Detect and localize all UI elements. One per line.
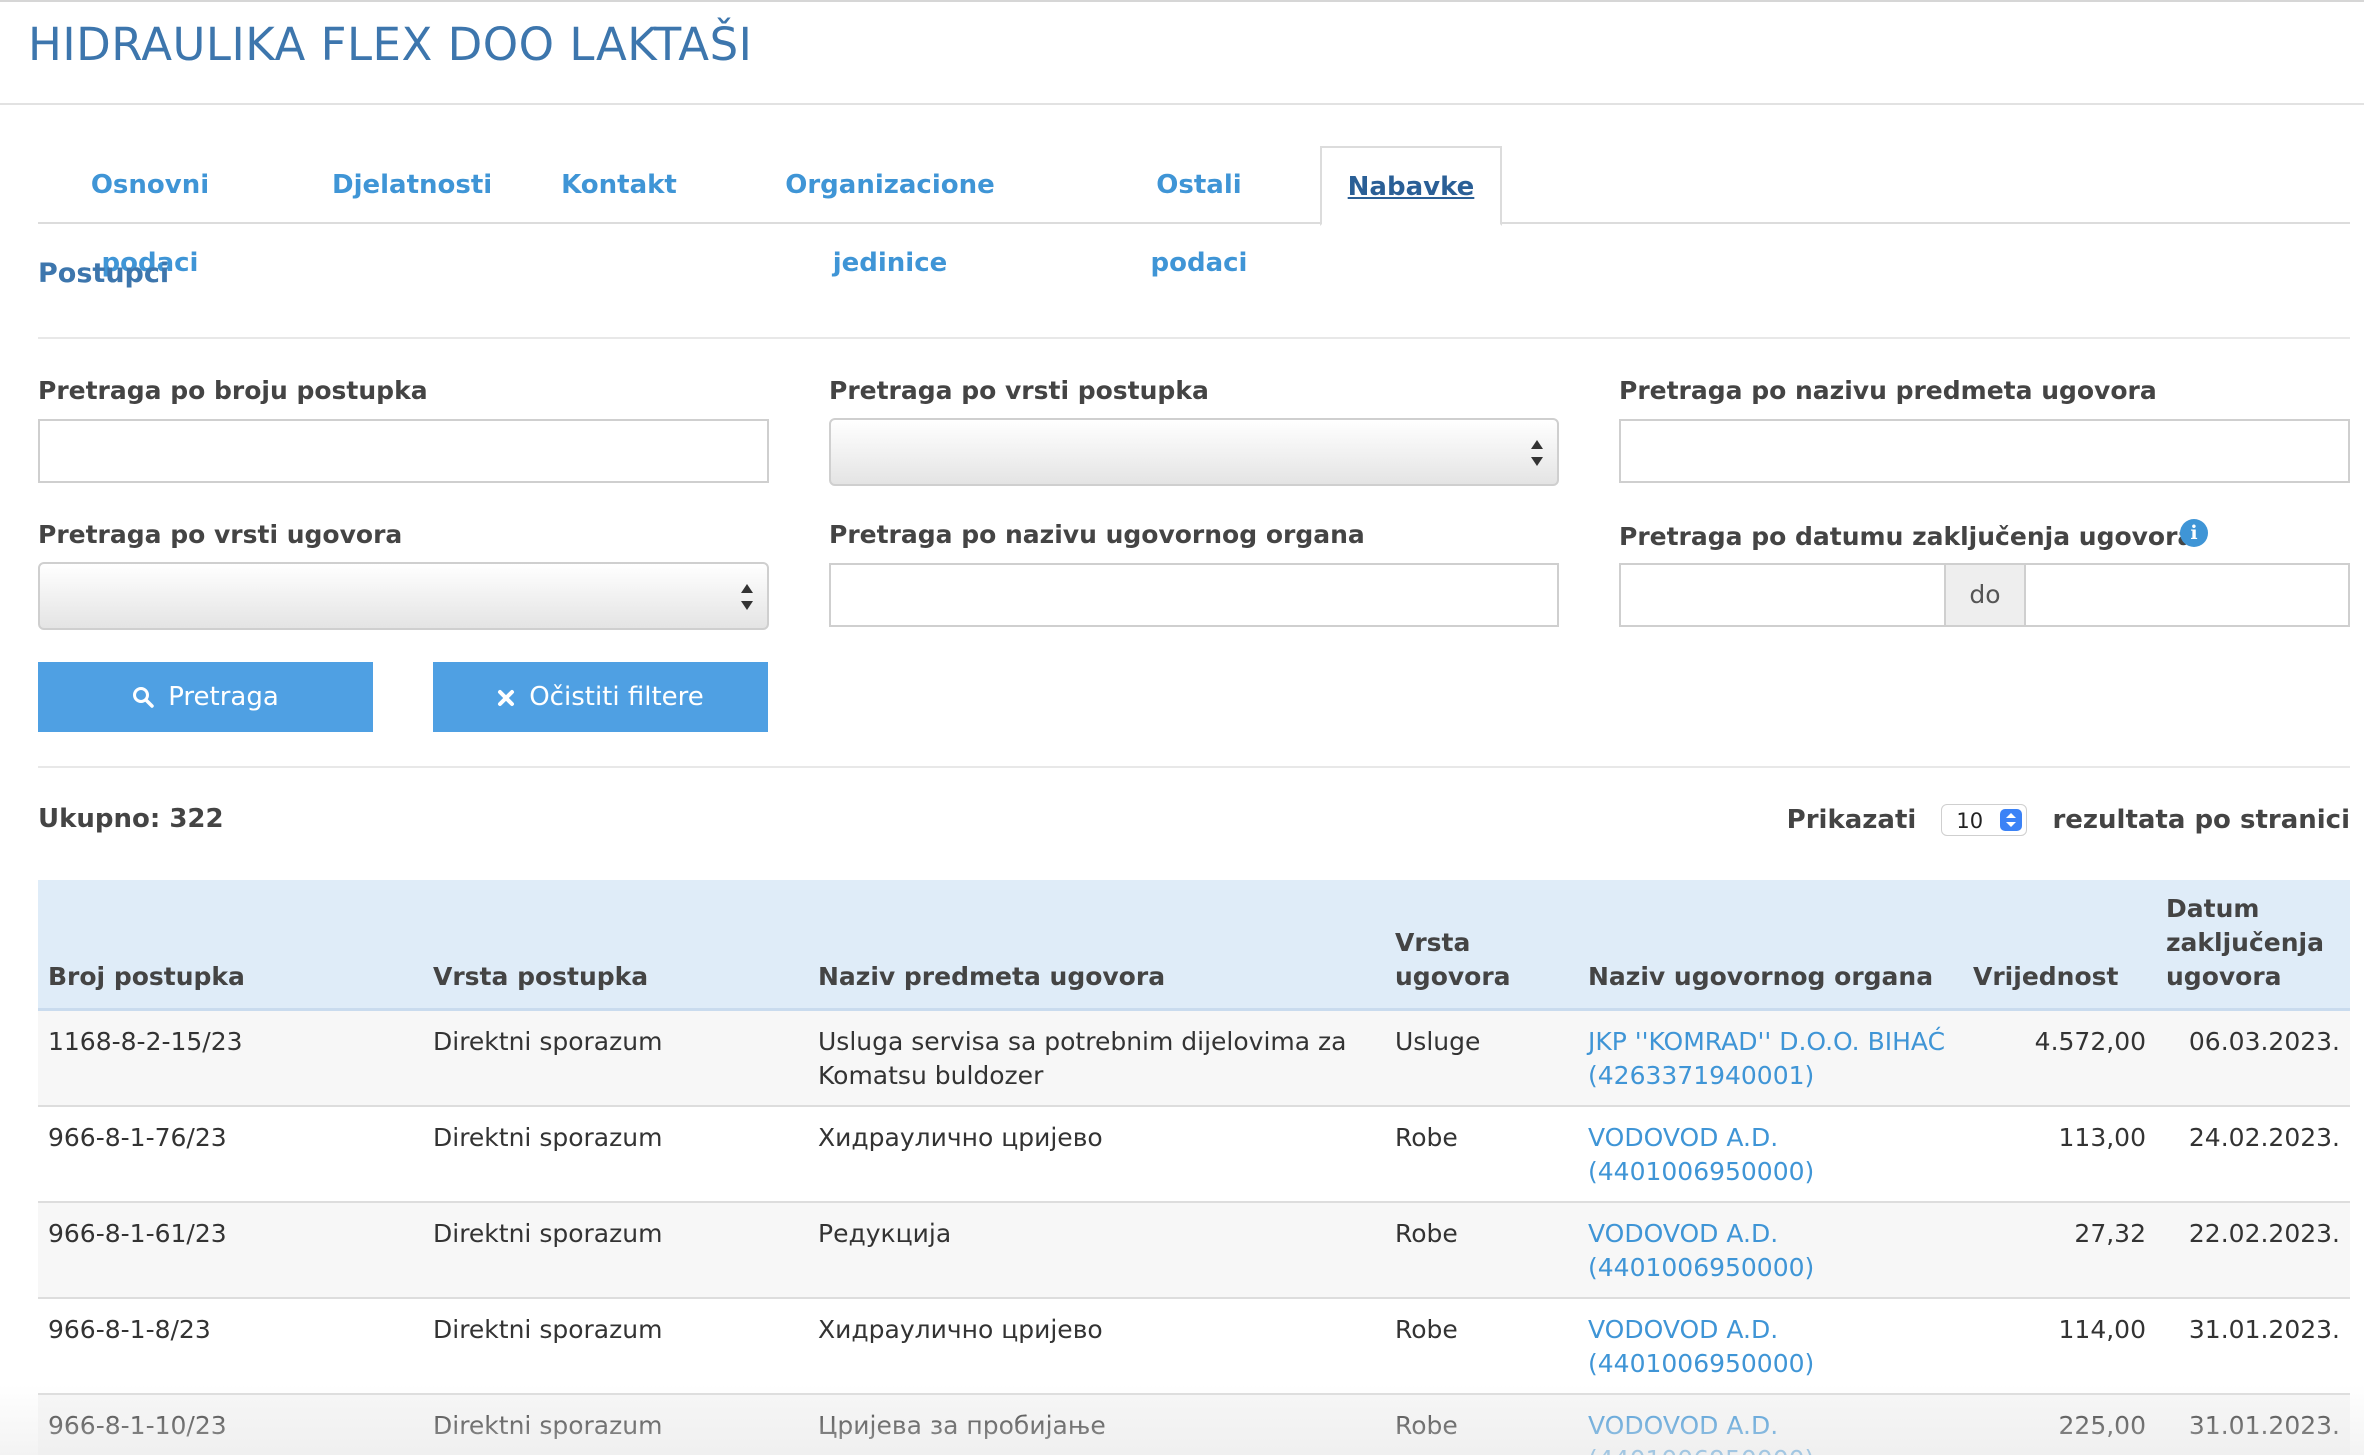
cell-vrsta-ugovora: Robe bbox=[1385, 1394, 1578, 1455]
per-page-suffix: rezultata po stranici bbox=[2052, 805, 2350, 835]
per-page-select[interactable]: 10 bbox=[1941, 804, 2028, 836]
cell-vrsta-postupka: Direktni sporazum bbox=[423, 1009, 808, 1107]
cell-vrsta-ugovora: Robe bbox=[1385, 1106, 1578, 1203]
cell-vrijednost: 113,00 bbox=[1963, 1106, 2156, 1203]
select-arrows-icon bbox=[741, 584, 753, 610]
cell-vrijednost: 4.572,00 bbox=[1963, 1009, 2156, 1107]
org-link[interactable]: JKP ''KOMRAD'' D.O.O. BIHAĆ (42633719400… bbox=[1588, 1027, 1945, 1090]
table-header-row: Broj postupka Vrsta postupka Naziv predm… bbox=[38, 880, 2350, 1011]
cell-organ: VODOVOD A.D. (4401006950000) bbox=[1578, 1106, 1963, 1203]
cell-vrijednost: 27,32 bbox=[1963, 1202, 2156, 1299]
cell-organ: VODOVOD A.D. (4401006950000) bbox=[1578, 1394, 1963, 1455]
date-from-input[interactable] bbox=[1621, 565, 1944, 625]
results-divider bbox=[38, 766, 2350, 768]
column-header[interactable]: Datum zaključenja ugovora bbox=[2156, 880, 2350, 1011]
broj-postupka-input[interactable] bbox=[38, 419, 769, 483]
cell-vrsta-postupka: Direktni sporazum bbox=[423, 1394, 808, 1455]
table-row[interactable]: 966-8-1-8/23 Direktni sporazum Хидраулич… bbox=[38, 1298, 2350, 1395]
per-page-control: Prikazati 10 rezultata po stranici bbox=[1787, 804, 2350, 838]
cell-vrsta-postupka: Direktni sporazum bbox=[423, 1106, 808, 1203]
label-naziv-organa: Pretraga po nazivu ugovornog organa bbox=[829, 520, 1365, 549]
cell-predmet: Usluga servisa sa potrebnim dijelovima z… bbox=[808, 1009, 1385, 1107]
per-page-prefix: Prikazati bbox=[1786, 805, 1917, 835]
cell-predmet: Хидраулично цријево bbox=[808, 1298, 1385, 1395]
cell-vrijednost: 114,00 bbox=[1963, 1298, 2156, 1395]
info-icon[interactable]: i bbox=[2180, 519, 2208, 547]
tab-nabavke[interactable]: Nabavke bbox=[1320, 146, 1502, 226]
org-link[interactable]: VODOVOD A.D. (4401006950000) bbox=[1588, 1315, 1814, 1378]
date-to-input[interactable] bbox=[2026, 565, 2348, 625]
clear-filters-label: Očistiti filtere bbox=[529, 682, 704, 712]
column-header[interactable]: Naziv predmeta ugovora bbox=[808, 880, 1385, 1011]
org-link[interactable]: VODOVOD A.D. (4401006950000) bbox=[1588, 1123, 1814, 1186]
table-row[interactable]: 966-8-1-76/23 Direktni sporazum Хидраули… bbox=[38, 1106, 2350, 1203]
top-border bbox=[0, 0, 2364, 2]
cell-broj: 966-8-1-10/23 bbox=[38, 1394, 423, 1455]
cell-datum: 06.03.2023. bbox=[2156, 1009, 2350, 1107]
cell-predmet: Хидраулично цријево bbox=[808, 1106, 1385, 1203]
search-button-label: Pretraga bbox=[168, 682, 279, 712]
cell-vrsta-ugovora: Usluge bbox=[1385, 1009, 1578, 1107]
cell-vrsta-ugovora: Robe bbox=[1385, 1202, 1578, 1299]
total-count: Ukupno: 322 bbox=[38, 804, 224, 834]
cell-vrijednost: 225,00 bbox=[1963, 1394, 2156, 1455]
cell-datum: 24.02.2023. bbox=[2156, 1106, 2350, 1203]
close-icon bbox=[497, 662, 515, 732]
section-divider bbox=[38, 337, 2350, 339]
search-icon bbox=[132, 662, 154, 732]
search-button[interactable]: Pretraga bbox=[38, 662, 373, 732]
label-broj-postupka: Pretraga po broju postupka bbox=[38, 376, 428, 405]
org-link[interactable]: VODOVOD A.D. (4401006950000) bbox=[1588, 1411, 1814, 1455]
cell-vrsta-ugovora: Robe bbox=[1385, 1298, 1578, 1395]
section-title: Postupci bbox=[38, 258, 170, 289]
tab-kontakt[interactable]: Kontakt bbox=[559, 146, 679, 224]
label-vrsta-ugovora: Pretraga po vrsti ugovora bbox=[38, 520, 403, 549]
cell-broj: 966-8-1-61/23 bbox=[38, 1202, 423, 1299]
per-page-value: 10 bbox=[1956, 809, 1984, 833]
cell-broj: 1168-8-2-15/23 bbox=[38, 1009, 423, 1107]
date-separator: do bbox=[1944, 565, 2026, 625]
cell-predmet: Цријева за пробијање bbox=[808, 1394, 1385, 1455]
cell-vrsta-postupka: Direktni sporazum bbox=[423, 1202, 808, 1299]
vrsta-postupka-select[interactable] bbox=[829, 418, 1559, 486]
header-divider bbox=[0, 103, 2364, 105]
cell-datum: 31.01.2023. bbox=[2156, 1298, 2350, 1395]
tab-osnovni-podaci[interactable]: Osnovni podaci bbox=[50, 146, 250, 278]
column-header[interactable]: Vrijednost bbox=[1963, 880, 2156, 1011]
table-row[interactable]: 1168-8-2-15/23 Direktni sporazum Usluga … bbox=[38, 1009, 2350, 1107]
tab-djelatnosti[interactable]: Djelatnosti bbox=[332, 146, 492, 224]
company-title: HIDRAULIKA FLEX DOO LAKTAŠI bbox=[28, 18, 753, 71]
label-vrsta-postupka: Pretraga po vrsti postupka bbox=[829, 376, 1209, 405]
vrsta-ugovora-select[interactable] bbox=[38, 562, 769, 630]
tab-organizacione-jedinice[interactable]: Organizacione jedinice bbox=[728, 146, 1052, 278]
column-header[interactable]: Naziv ugovornog organa bbox=[1578, 880, 1963, 1011]
cell-datum: 31.01.2023. bbox=[2156, 1394, 2350, 1455]
label-naziv-predmeta: Pretraga po nazivu predmeta ugovora bbox=[1619, 376, 2157, 405]
cell-broj: 966-8-1-76/23 bbox=[38, 1106, 423, 1203]
results-table: Broj postupka Vrsta postupka Naziv predm… bbox=[38, 880, 2350, 1455]
cell-datum: 22.02.2023. bbox=[2156, 1202, 2350, 1299]
naziv-predmeta-input[interactable] bbox=[1619, 419, 2350, 483]
table-row[interactable]: 966-8-1-10/23 Direktni sporazum Цријева … bbox=[38, 1394, 2350, 1455]
cell-organ: JKP ''KOMRAD'' D.O.O. BIHAĆ (42633719400… bbox=[1578, 1009, 1963, 1107]
select-arrows-icon bbox=[1531, 440, 1543, 466]
select-arrows-icon bbox=[2000, 809, 2023, 831]
naziv-organa-input[interactable] bbox=[829, 563, 1559, 627]
date-range: do bbox=[1619, 563, 2350, 627]
org-link[interactable]: VODOVOD A.D. (4401006950000) bbox=[1588, 1219, 1814, 1282]
clear-filters-button[interactable]: Očistiti filtere bbox=[433, 662, 768, 732]
cell-organ: VODOVOD A.D. (4401006950000) bbox=[1578, 1202, 1963, 1299]
table-row[interactable]: 966-8-1-61/23 Direktni sporazum Редукциј… bbox=[38, 1202, 2350, 1299]
column-header[interactable]: Broj postupka bbox=[38, 880, 423, 1011]
column-header[interactable]: Vrsta postupka bbox=[423, 880, 808, 1011]
cell-vrsta-postupka: Direktni sporazum bbox=[423, 1298, 808, 1395]
tab-bar: Osnovni podaci Djelatnosti Kontakt Organ… bbox=[38, 146, 2350, 278]
cell-predmet: Редукција bbox=[808, 1202, 1385, 1299]
label-datum-zakljucenja: Pretraga po datumu zaključenja ugovora bbox=[1619, 522, 2195, 551]
column-header[interactable]: Vrsta ugovora bbox=[1385, 880, 1578, 1011]
cell-organ: VODOVOD A.D. (4401006950000) bbox=[1578, 1298, 1963, 1395]
tab-ostali-podaci[interactable]: Ostali podaci bbox=[1104, 146, 1294, 278]
cell-broj: 966-8-1-8/23 bbox=[38, 1298, 423, 1395]
